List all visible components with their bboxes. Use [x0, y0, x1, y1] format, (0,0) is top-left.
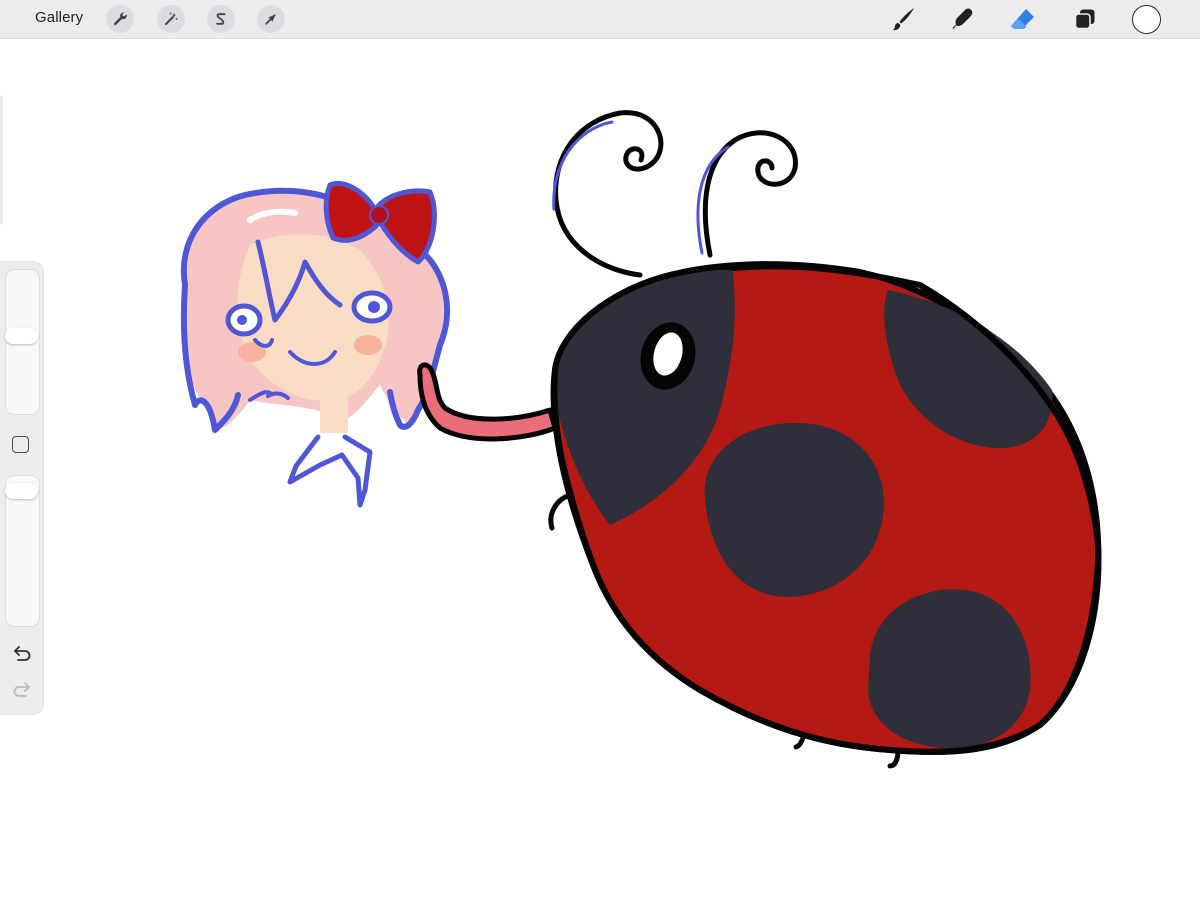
top-toolbar: Gallery [0, 0, 1200, 39]
arrow-cursor-icon [265, 14, 276, 25]
smudge-tool[interactable] [948, 4, 978, 34]
ladybug-drawing [548, 110, 1102, 769]
actions-button[interactable] [106, 5, 134, 33]
transform-button[interactable] [257, 5, 285, 33]
eraser-tool[interactable] [1008, 4, 1038, 34]
color-picker-button[interactable] [1132, 5, 1161, 34]
adjustments-button[interactable] [157, 5, 185, 33]
selection-s-icon [216, 13, 226, 25]
brush-icon [892, 8, 914, 31]
gallery-button[interactable]: Gallery [35, 9, 83, 26]
drawing-canvas[interactable] [0, 39, 1200, 900]
layers-tool[interactable] [1070, 4, 1100, 34]
selection-button[interactable] [207, 5, 235, 33]
layers-icon [1074, 9, 1095, 30]
eraser-icon [1011, 9, 1034, 29]
girl-drawing [180, 180, 450, 508]
magic-wand-icon [165, 12, 178, 25]
smudge-icon [952, 8, 973, 30]
wrench-icon [113, 12, 127, 26]
ladybug-tongue [417, 362, 558, 442]
brush-tool[interactable] [888, 4, 918, 34]
ladybug-spot [868, 589, 1031, 748]
